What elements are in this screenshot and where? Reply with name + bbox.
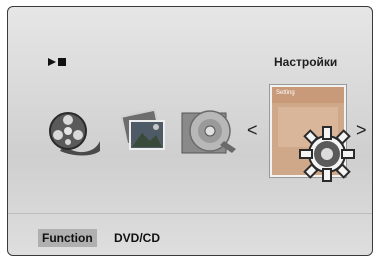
settings-gear-icon[interactable] bbox=[298, 125, 356, 183]
function-label: Function bbox=[38, 229, 97, 247]
film-reel-icon[interactable] bbox=[44, 107, 102, 157]
card-header: Setting bbox=[272, 87, 344, 103]
disc-icon[interactable] bbox=[180, 105, 240, 157]
function-value: DVD/CD bbox=[114, 231, 161, 245]
photo-icon[interactable] bbox=[116, 107, 170, 157]
player-home-screen: Настройки < Setting > Function DVD/CD bbox=[7, 6, 373, 256]
nav-left-arrow[interactable]: < bbox=[247, 121, 258, 139]
nav-right-arrow[interactable]: > bbox=[356, 121, 367, 139]
card-label: Setting bbox=[276, 90, 295, 96]
play-stop-icon bbox=[48, 58, 66, 66]
divider bbox=[8, 213, 372, 214]
menu-title: Настройки bbox=[274, 55, 338, 69]
